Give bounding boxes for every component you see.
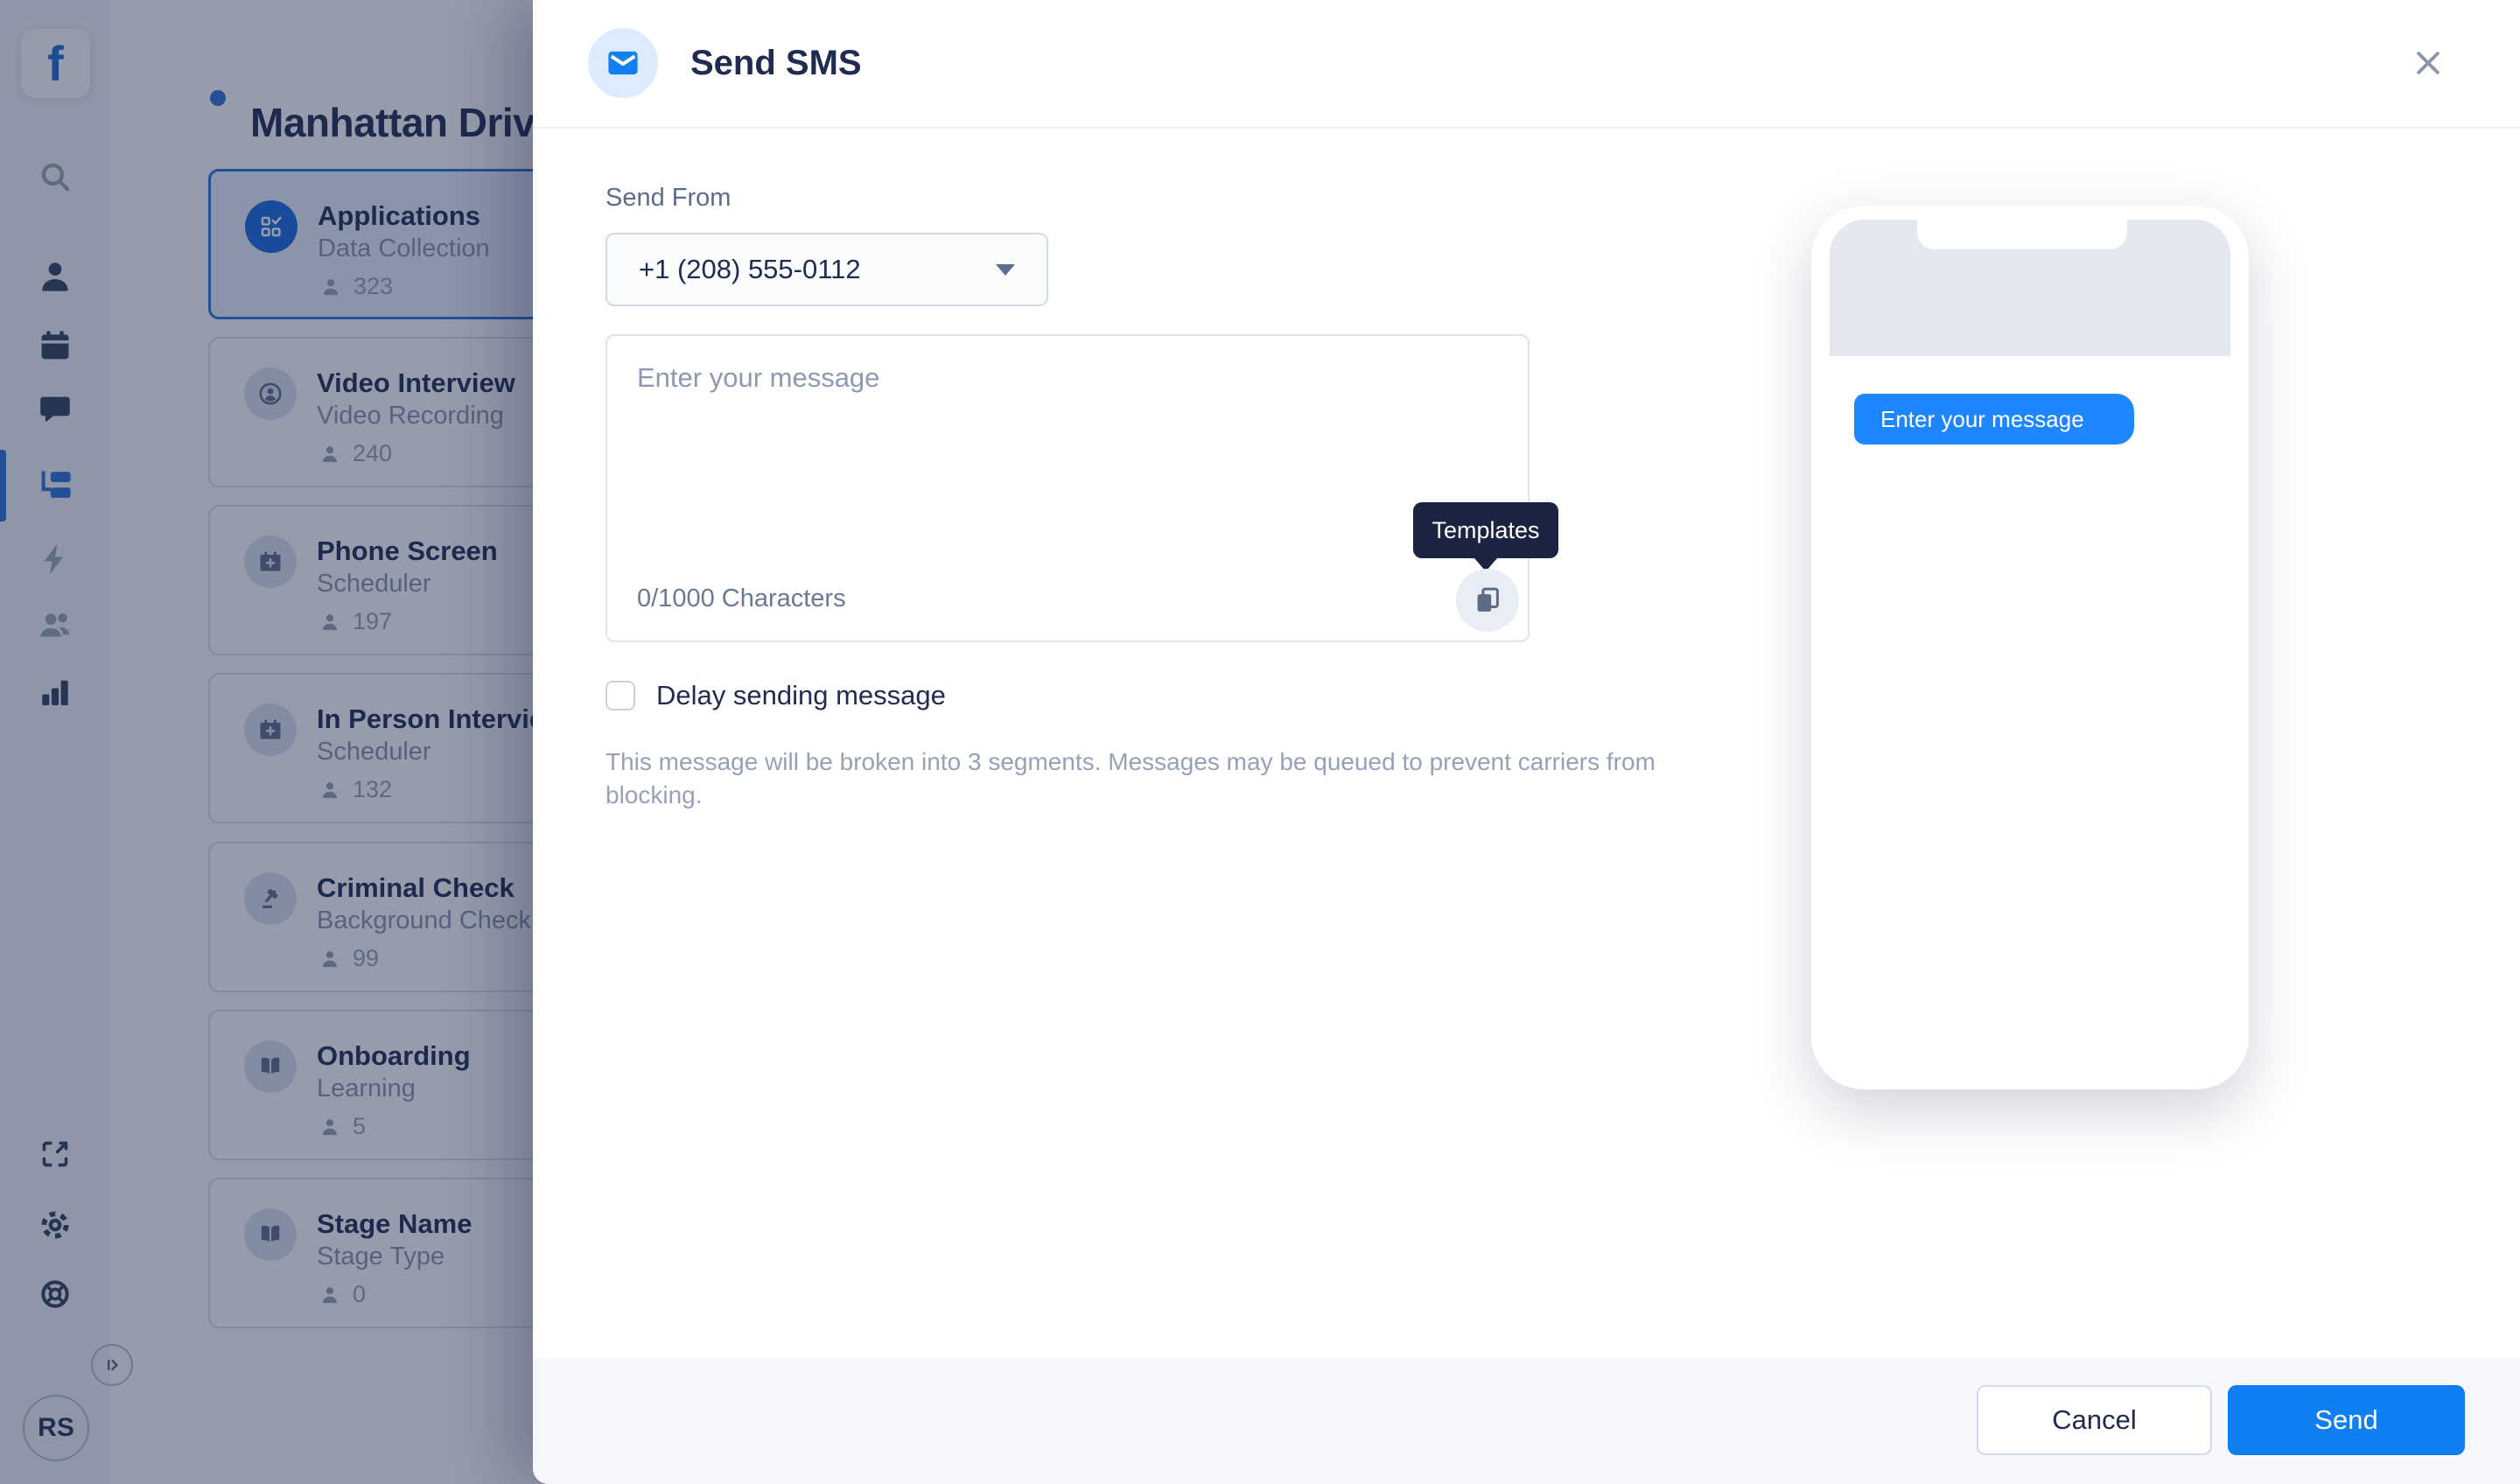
close-icon (2411, 46, 2446, 80)
send-from-value: +1 (208) 555-0112 (639, 254, 861, 285)
bubble-text: Enter your message (1880, 406, 2084, 433)
cancel-button[interactable]: Cancel (1977, 1385, 2212, 1455)
character-counter: 0/1000 Characters (637, 584, 846, 613)
app-screen: f (0, 0, 2520, 1484)
phone-status-bar (1830, 220, 2230, 356)
send-button[interactable]: Send (2228, 1385, 2465, 1455)
delay-row: Delay sending message (606, 680, 946, 711)
message-input[interactable] (607, 336, 1528, 546)
segments-note-line1: This message will be broken into 3 segme… (606, 746, 1656, 779)
tooltip-label: Templates (1432, 517, 1539, 544)
send-from-select[interactable]: +1 (208) 555-0112 (606, 233, 1048, 306)
modal-header: Send SMS (533, 0, 2520, 129)
copy-icon (1472, 584, 1503, 616)
send-from-label: Send From (606, 184, 731, 213)
modal-title: Send SMS (690, 0, 862, 127)
close-button[interactable] (2405, 40, 2451, 86)
modal-footer: Cancel Send (533, 1358, 2520, 1484)
phone-preview: Enter your message (1811, 206, 2249, 1089)
segments-note: This message will be broken into 3 segme… (606, 746, 1656, 812)
segments-note-line2: blocking. (606, 779, 1656, 812)
sms-preview-bubble: Enter your message (1854, 394, 2134, 444)
mail-icon-badge (588, 28, 658, 98)
send-sms-modal: Send SMS Send From +1 (208) 555-0112 0/1… (533, 0, 2520, 1484)
phone-notch (1917, 220, 2127, 249)
templates-button[interactable] (1456, 569, 1519, 632)
delay-checkbox-label: Delay sending message (656, 680, 946, 711)
mail-icon (605, 45, 641, 81)
templates-tooltip: Templates (1413, 502, 1558, 558)
chevron-down-icon (996, 264, 1015, 276)
delay-checkbox[interactable] (606, 681, 635, 710)
